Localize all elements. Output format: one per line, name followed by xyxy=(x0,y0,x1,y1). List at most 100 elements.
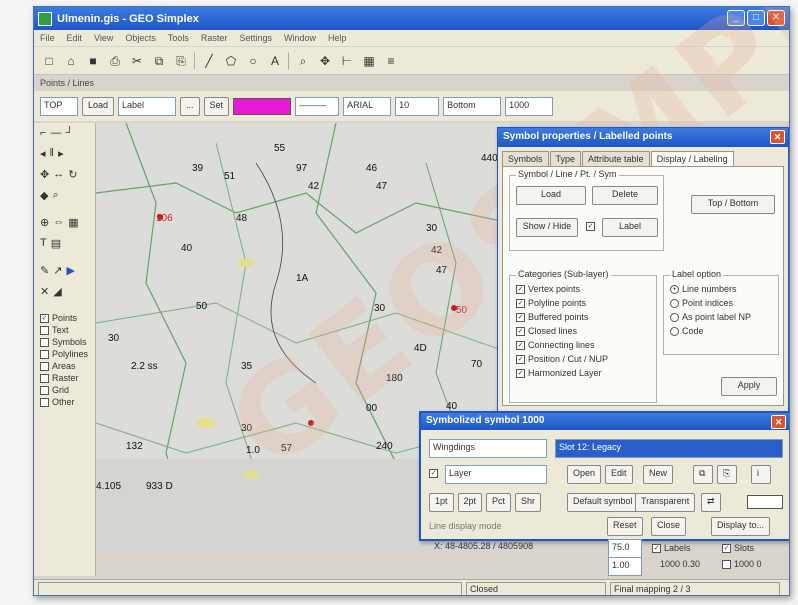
tab-symbols[interactable]: Symbols xyxy=(502,151,549,166)
dialog-close-button[interactable]: ✕ xyxy=(770,130,785,144)
transparent-button[interactable]: Transparent xyxy=(635,493,696,512)
label-option-radio[interactable]: As point label NP xyxy=(670,312,772,322)
load-button[interactable]: Load xyxy=(82,96,115,116)
new-icon[interactable]: □ xyxy=(40,52,58,70)
labels-checkbox[interactable]: ✓ Labels xyxy=(652,543,691,553)
menu-objects[interactable]: Objects xyxy=(125,33,156,43)
scale-input[interactable]: 1000 xyxy=(505,96,554,116)
zoom-icon[interactable]: ⌕ xyxy=(294,52,312,70)
open-button[interactable]: Open xyxy=(567,465,602,484)
line-style-select[interactable]: ——— xyxy=(295,96,340,116)
paste-icon[interactable]: ⎘ xyxy=(717,465,737,484)
save-icon[interactable]: ■ xyxy=(84,52,102,70)
measure-icon[interactable]: ⊢ xyxy=(338,52,356,70)
point-label[interactable]: 39 xyxy=(192,163,203,174)
label-option-radio[interactable]: Point indices xyxy=(670,298,772,308)
swap-icon[interactable]: ⇄ xyxy=(701,493,721,512)
pan-icon[interactable]: ✥ xyxy=(316,52,334,70)
point-label[interactable]: 55 xyxy=(274,143,285,154)
point-label[interactable]: 933 D xyxy=(146,481,173,492)
layer-toggle-points[interactable]: ✓ Points xyxy=(34,312,95,324)
show-hide-button[interactable]: Show / Hide xyxy=(516,218,578,237)
copy-icon[interactable]: ⧉ xyxy=(693,465,713,484)
scale-b-checkbox[interactable]: 1000 0 xyxy=(722,559,762,569)
point-label[interactable]: 4D xyxy=(414,343,427,354)
pan-tool-icon[interactable]: ✥ xyxy=(40,168,49,181)
grid-icon[interactable]: ▦ xyxy=(360,52,378,70)
point-label[interactable]: 2.2 ss xyxy=(131,361,158,372)
point-label[interactable]: 97 xyxy=(296,163,307,174)
draw-tool-icon[interactable]: ✎ xyxy=(40,264,49,277)
point-label[interactable]: 47 xyxy=(436,265,447,276)
point-label[interactable]: 30 xyxy=(241,423,252,434)
menu-edit[interactable]: Edit xyxy=(67,33,83,43)
point-label[interactable]: 240 xyxy=(376,441,393,452)
arrow-tool-icon[interactable]: ↗ xyxy=(53,264,62,277)
menu-view[interactable]: View xyxy=(94,33,113,43)
color-swatch[interactable] xyxy=(233,97,292,115)
symbol-slot-select[interactable]: Slot 12: Legacy xyxy=(555,439,783,458)
line-width-button[interactable]: 1pt xyxy=(429,493,454,512)
label-select[interactable]: Label xyxy=(118,96,177,116)
category-item[interactable]: ✓ Position / Cut / NUP xyxy=(516,354,650,364)
point-label[interactable]: 440 xyxy=(481,153,498,164)
print-icon[interactable]: ⎙ xyxy=(106,52,124,70)
dialog2-title[interactable]: Symbolized symbol 1000 ✕ xyxy=(421,413,789,430)
copy-icon[interactable]: ⧉ xyxy=(150,52,168,70)
label-checkbox[interactable]: ✓ xyxy=(586,222,595,231)
category-item[interactable]: ✓ Polyline points xyxy=(516,298,650,308)
point-label[interactable]: 50 xyxy=(196,301,207,312)
line-icon[interactable]: ╱ xyxy=(200,52,218,70)
point-label[interactable]: 70 xyxy=(471,359,482,370)
text-tool-icon[interactable]: T xyxy=(40,237,47,250)
menu-settings[interactable]: Settings xyxy=(239,33,272,43)
category-item[interactable]: ✓ Buffered points xyxy=(516,312,650,322)
polygon-icon[interactable]: ⬠ xyxy=(222,52,240,70)
point-label[interactable]: 40 xyxy=(181,243,192,254)
label-button[interactable]: Label xyxy=(602,218,658,237)
category-item[interactable]: ✓ Harmonized Layer xyxy=(516,368,650,378)
layer-toggle-other[interactable]: Other xyxy=(34,396,95,408)
dialog2-close-button[interactable]: ✕ xyxy=(771,415,786,429)
layer-dropdown[interactable]: Layer xyxy=(445,465,547,484)
play-tool-icon[interactable]: ▶ xyxy=(66,264,74,277)
load-symbol-button[interactable]: Load xyxy=(516,186,586,205)
layer-select[interactable]: TOP xyxy=(40,96,78,116)
point-label[interactable]: 51 xyxy=(224,171,235,182)
layer-toggle-polylines[interactable]: Polylines xyxy=(34,348,95,360)
circle-icon[interactable]: ○ xyxy=(244,52,262,70)
title-bar[interactable]: Ulmenin.gis - GEO Simplex _ □ ✕ xyxy=(34,7,789,30)
display-to-button[interactable]: Display to... xyxy=(711,517,771,536)
layer-toggle-grid[interactable]: Grid xyxy=(34,384,95,396)
set-button[interactable]: Set xyxy=(203,96,230,116)
category-item[interactable]: ✓ Closed lines xyxy=(516,326,650,336)
paste-icon[interactable]: ⎘ xyxy=(172,52,190,70)
align-select[interactable]: Bottom xyxy=(443,96,502,116)
select-tool-icon[interactable]: ⌐ xyxy=(40,127,46,139)
text-icon[interactable]: A xyxy=(266,52,284,70)
line-width-button[interactable]: 2pt xyxy=(457,493,483,512)
new-button[interactable]: New xyxy=(643,465,674,484)
corner-tool-icon[interactable]: ┘ xyxy=(65,127,73,139)
delete-symbol-button[interactable]: Delete xyxy=(592,186,658,205)
erase-tool-icon[interactable]: ✕ xyxy=(40,285,49,298)
label-option-radio[interactable]: Code xyxy=(670,326,772,336)
point-label[interactable]: 106 xyxy=(156,213,173,224)
line-tool-icon[interactable]: — xyxy=(50,127,61,139)
layer-toggle-raster[interactable]: Raster xyxy=(34,372,95,384)
point-label[interactable]: 00 xyxy=(366,403,377,414)
point-label[interactable]: 46 xyxy=(366,163,377,174)
point-label[interactable]: 42 xyxy=(308,181,319,192)
layer-toggle-symbols[interactable]: Symbols xyxy=(34,336,95,348)
info-icon[interactable]: i xyxy=(751,465,771,484)
open-icon[interactable]: ⌂ xyxy=(62,52,80,70)
maximize-button[interactable]: □ xyxy=(747,10,765,26)
font-select[interactable]: ARIAL xyxy=(343,96,392,116)
font-family-select[interactable]: Wingdings xyxy=(429,439,547,458)
menu-raster[interactable]: Raster xyxy=(201,33,228,43)
category-item[interactable]: ✓ Connecting lines xyxy=(516,340,650,350)
apply-button[interactable]: Apply xyxy=(721,377,777,396)
menu-window[interactable]: Window xyxy=(284,33,316,43)
edit-button[interactable]: Edit xyxy=(605,465,633,484)
cut-icon[interactable]: ✂ xyxy=(128,52,146,70)
